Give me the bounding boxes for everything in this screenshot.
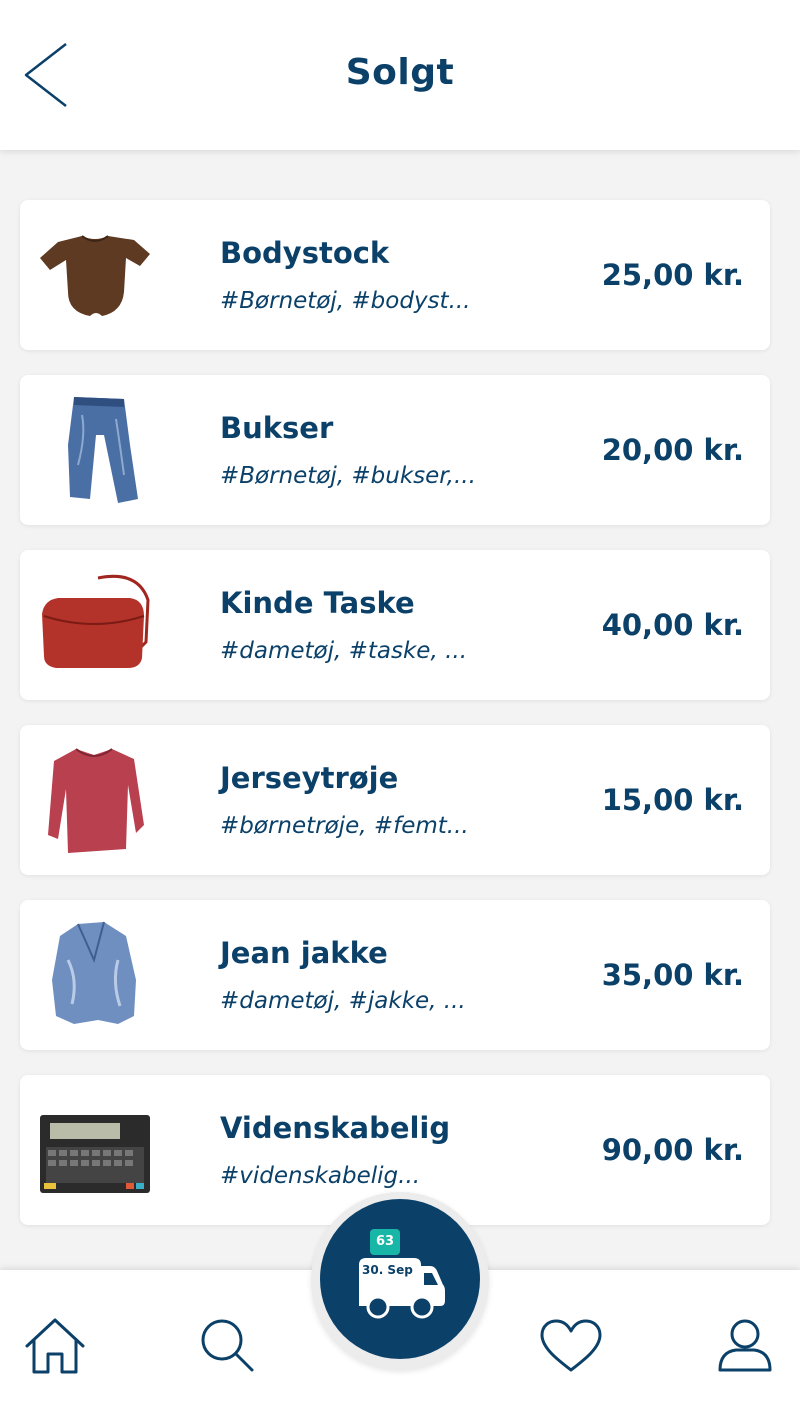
item-price: 40,00 kr.: [601, 608, 744, 642]
item-price: 20,00 kr.: [601, 433, 744, 467]
item-title: Jerseytrøje: [220, 761, 399, 795]
page-title: Solgt: [345, 52, 455, 93]
item-title: Kinde Taske: [220, 586, 415, 620]
item-tags: #Børnetøj, #bukser,...: [220, 463, 476, 489]
list-item[interactable]: Jean jakke #dametøj, #jakke, ... 35,00 k…: [20, 900, 770, 1050]
item-tags: #videnskabelig...: [220, 1163, 421, 1189]
sold-items-list: Bodystock #Børnetøj, #bodyst... 25,00 kr…: [20, 200, 770, 1250]
calculator-image: [40, 1115, 150, 1193]
home-icon: [25, 1318, 85, 1374]
handbag-image: [42, 574, 150, 668]
nav-search-button[interactable]: [197, 1316, 257, 1380]
item-price: 90,00 kr.: [601, 1133, 744, 1167]
heart-icon: [540, 1319, 602, 1372]
list-item[interactable]: Bukser #Børnetøj, #bukser,... 20,00 kr.: [20, 375, 770, 525]
jeans-image: [68, 397, 138, 503]
sweater-image: [48, 748, 144, 853]
user-icon: [718, 1319, 772, 1372]
nav-favorites-button[interactable]: [538, 1318, 604, 1378]
list-item[interactable]: Jerseytrøje #børnetrøje, #femt... 15,00 …: [20, 725, 770, 875]
delivery-date: 30. Sep: [362, 1263, 413, 1277]
item-price: 25,00 kr.: [601, 258, 744, 292]
nav-profile-button[interactable]: [716, 1316, 774, 1380]
item-title: Bodystock: [220, 236, 390, 270]
item-price: 35,00 kr.: [601, 958, 744, 992]
item-tags: #børnetrøje, #femt...: [220, 813, 469, 839]
item-title: Bukser: [220, 411, 334, 445]
bodysuit-image: [40, 235, 150, 316]
top-header: Solgt: [0, 0, 800, 150]
nav-home-button[interactable]: [22, 1316, 88, 1380]
denim-jacket-image: [52, 921, 136, 1024]
list-item[interactable]: Kinde Taske #dametøj, #taske, ... 40,00 …: [20, 550, 770, 700]
item-title: Videnskabelig: [220, 1111, 451, 1145]
item-tags: #dametøj, #taske, ...: [220, 638, 468, 664]
item-title: Jean jakke: [220, 936, 388, 970]
item-tags: #dametøj, #jakke, ...: [220, 988, 466, 1014]
delivery-button[interactable]: 63 30. Sep: [320, 1199, 480, 1359]
delivery-count-badge: 63: [370, 1229, 400, 1255]
item-price: 15,00 kr.: [601, 783, 744, 817]
list-item[interactable]: Bodystock #Børnetøj, #bodyst... 25,00 kr…: [20, 200, 770, 350]
search-icon: [201, 1319, 254, 1372]
item-tags: #Børnetøj, #bodyst...: [220, 288, 471, 314]
